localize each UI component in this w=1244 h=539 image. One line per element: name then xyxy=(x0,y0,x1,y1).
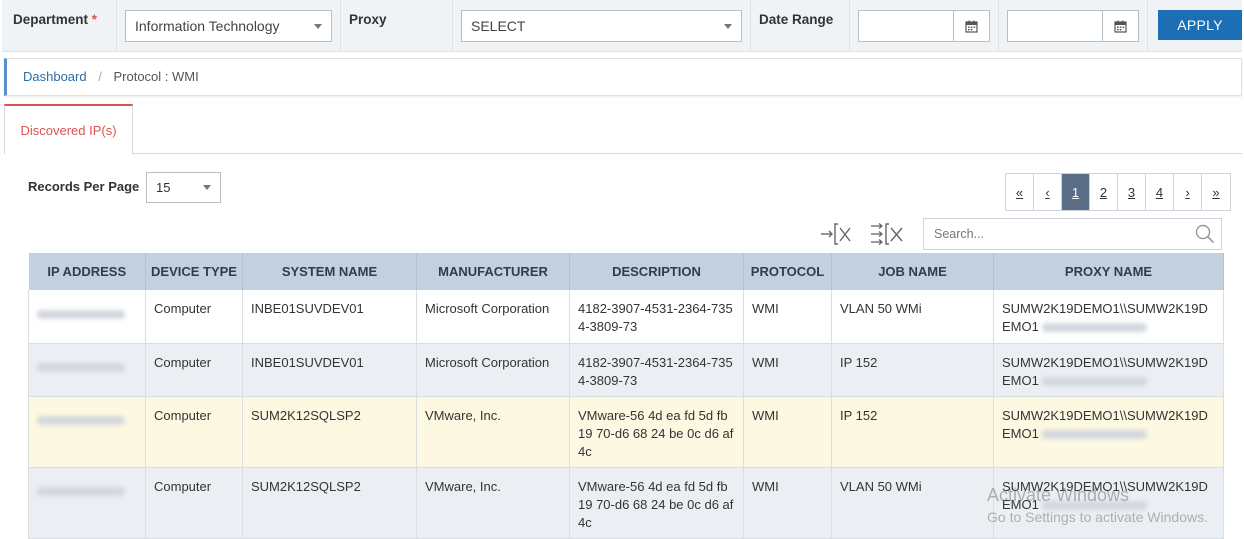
page-3-button[interactable]: 3 xyxy=(1118,174,1146,210)
job-name-cell: VLAN 50 WMi xyxy=(831,290,994,344)
device-type-cell: Computer xyxy=(145,343,243,397)
page-first-button[interactable]: « xyxy=(1006,174,1034,210)
page-4-button[interactable]: 4 xyxy=(1146,174,1174,210)
page-prev-button[interactable]: ‹ xyxy=(1034,174,1062,210)
protocol-cell: WMI xyxy=(743,343,832,397)
column-header[interactable]: PROXY NAME xyxy=(993,253,1224,290)
description-cell: VMware-56 4d ea fd 5d fb 19 70-d6 68 24 … xyxy=(569,396,744,468)
table-row[interactable]: Computer INBE01SUVDEV01 Microsoft Corpor… xyxy=(28,343,1224,397)
column-filter-icon[interactable] xyxy=(869,220,905,248)
job-name-cell: IP 152 xyxy=(831,343,994,397)
table-header-row: IP ADDRESS DEVICE TYPE SYSTEM NAME MANUF… xyxy=(28,253,1224,290)
protocol-cell: WMI xyxy=(743,396,832,468)
page-1-button[interactable]: 1 xyxy=(1062,174,1090,210)
page-next-button[interactable]: › xyxy=(1174,174,1202,210)
records-per-page-select[interactable]: 15 xyxy=(146,172,221,203)
manufacturer-cell: Microsoft Corporation xyxy=(416,343,570,397)
table-row[interactable]: Computer INBE01SUVDEV01 Microsoft Corpor… xyxy=(28,290,1224,344)
redacted-ip xyxy=(37,309,125,319)
chevron-down-icon xyxy=(724,24,732,29)
breadcrumb-dashboard-link[interactable]: Dashboard xyxy=(23,69,87,84)
department-label: Department * xyxy=(13,12,98,27)
chevron-down-icon xyxy=(314,24,322,29)
job-name-cell: VLAN 50 WMi xyxy=(831,467,994,539)
proxy-select[interactable]: SELECT xyxy=(461,10,742,42)
search-icon[interactable] xyxy=(1195,224,1215,249)
redacted-ip xyxy=(37,363,125,373)
description-cell: VMware-56 4d ea fd 5d fb 19 70-d6 68 24 … xyxy=(569,467,744,539)
breadcrumb-current: Protocol : WMI xyxy=(113,69,199,84)
redacted-ip xyxy=(37,416,125,426)
chevron-down-icon xyxy=(203,185,211,190)
calendar-icon[interactable] xyxy=(953,11,989,41)
column-header[interactable]: DEVICE TYPE xyxy=(145,253,243,290)
system-name-cell: INBE01SUVDEV01 xyxy=(242,290,417,344)
pagination: « ‹ 1 2 3 4 › » xyxy=(1005,173,1231,211)
redacted-ip xyxy=(37,487,125,497)
manufacturer-cell: VMware, Inc. xyxy=(416,396,570,468)
search-input[interactable] xyxy=(932,220,1182,248)
proxy-name-cell: SUMW2K19DEMO1\\SUMW2K19DEMO1 xyxy=(993,396,1224,468)
system-name-cell: SUM2K12SQLSP2 xyxy=(242,467,417,539)
description-cell: 4182-3907-4531-2364-7354-3809-73 xyxy=(569,343,744,397)
device-type-cell: Computer xyxy=(145,396,243,468)
filter-bar: Department * Information Technology Prox… xyxy=(2,0,1242,52)
ip-address-cell xyxy=(28,343,146,397)
description-cell: 4182-3907-4531-2364-7354-3809-73 xyxy=(569,290,744,344)
ip-address-cell xyxy=(28,290,146,344)
apply-button[interactable]: APPLY xyxy=(1158,10,1242,40)
search-field[interactable] xyxy=(923,218,1222,250)
records-per-page-label: Records Per Page xyxy=(28,179,140,194)
protocol-cell: WMI xyxy=(743,290,832,344)
column-header[interactable]: JOB NAME xyxy=(831,253,994,290)
date-from-input[interactable] xyxy=(858,10,990,42)
calendar-icon[interactable] xyxy=(1102,11,1138,41)
tab-discovered-ips[interactable]: Discovered IP(s) xyxy=(4,104,133,154)
ip-address-cell xyxy=(28,467,146,539)
department-select[interactable]: Information Technology xyxy=(125,10,332,42)
column-header[interactable]: IP ADDRESS xyxy=(28,253,146,290)
breadcrumb-separator: / xyxy=(98,69,102,84)
proxy-name-cell: SUMW2K19DEMO1\\SUMW2K19DEMO1 xyxy=(993,290,1224,344)
page-2-button[interactable]: 2 xyxy=(1090,174,1118,210)
page-last-button[interactable]: » xyxy=(1202,174,1230,210)
table-row[interactable]: Computer SUM2K12SQLSP2 VMware, Inc. VMwa… xyxy=(28,396,1224,468)
breadcrumb: Dashboard / Protocol : WMI xyxy=(4,58,1242,96)
activate-windows-watermark: Activate Windows Go to Settings to activ… xyxy=(987,485,1208,525)
column-header[interactable]: PROTOCOL xyxy=(743,253,832,290)
job-name-cell: IP 152 xyxy=(831,396,994,468)
manufacturer-cell: VMware, Inc. xyxy=(416,467,570,539)
redacted-ip xyxy=(1042,429,1148,439)
column-header[interactable]: DESCRIPTION xyxy=(569,253,744,290)
protocol-cell: WMI xyxy=(743,467,832,539)
proxy-name-cell: SUMW2K19DEMO1\\SUMW2K19DEMO1 xyxy=(993,343,1224,397)
date-to-input[interactable] xyxy=(1007,10,1139,42)
proxy-label: Proxy xyxy=(349,12,387,27)
system-name-cell: SUM2K12SQLSP2 xyxy=(242,396,417,468)
column-header[interactable]: SYSTEM NAME xyxy=(242,253,417,290)
system-name-cell: INBE01SUVDEV01 xyxy=(242,343,417,397)
ip-address-cell xyxy=(28,396,146,468)
redacted-ip xyxy=(1042,376,1148,386)
device-type-cell: Computer xyxy=(145,467,243,539)
manufacturer-cell: Microsoft Corporation xyxy=(416,290,570,344)
redacted-ip xyxy=(1042,323,1148,333)
column-header[interactable]: MANUFACTURER xyxy=(416,253,570,290)
tab-bar: Discovered IP(s) xyxy=(4,104,1242,154)
date-range-label: Date Range xyxy=(759,12,834,27)
export-columns-icon[interactable] xyxy=(818,220,854,248)
device-type-cell: Computer xyxy=(145,290,243,344)
